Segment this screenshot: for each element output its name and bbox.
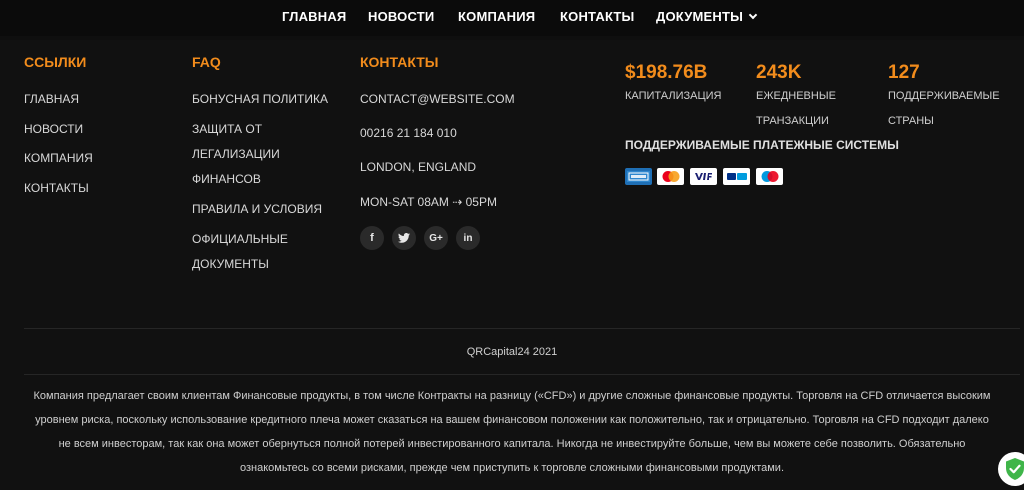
top-navigation: ГЛАВНАЯ НОВОСТИ КОМПАНИЯ КОНТАКТЫ ДОКУМЕ…: [0, 0, 1024, 36]
security-badge[interactable]: [998, 452, 1024, 486]
stat-label-line: ТРАНЗАКЦИИ: [756, 115, 829, 127]
paypal-card-icon: [723, 168, 750, 185]
faq-column-title: FAQ: [192, 54, 221, 70]
faq-link-line: ОФИЦИАЛЬНЫЕ: [192, 232, 288, 246]
stat-label-line: КАПИТАЛИЗАЦИЯ: [625, 90, 722, 102]
stat-countries-label: ПОДДЕРЖИВАЕМЫЕ СТРАНЫ: [888, 84, 1000, 134]
contact-address: LONDON, ENGLAND: [360, 160, 477, 174]
footer-divider: [24, 374, 1020, 375]
visa-card-icon: [690, 168, 717, 185]
google-plus-icon[interactable]: G+: [424, 226, 448, 250]
chevron-down-icon: [748, 10, 758, 20]
nav-item-documents[interactable]: ДОКУМЕНТЫ: [656, 9, 758, 24]
faq-link-line: ФИНАНСОВ: [192, 172, 261, 186]
faq-link-line: ДОКУМЕНТЫ: [192, 257, 269, 271]
nav-item-company[interactable]: КОМПАНИЯ: [458, 9, 535, 24]
stat-transactions-label: ЕЖЕДНЕВНЫЕ ТРАНЗАКЦИИ: [756, 84, 836, 134]
stat-transactions-value: 243K: [756, 62, 802, 83]
links-column-title: ССЫЛКИ: [24, 54, 87, 70]
maestro-card-icon: [756, 168, 783, 185]
footer-divider: [24, 328, 1020, 329]
nav-item-documents-label: ДОКУМЕНТЫ: [656, 9, 744, 24]
faq-link-terms[interactable]: ПРАВИЛА И УСЛОВИЯ: [192, 197, 322, 222]
mastercard-card-icon: [657, 168, 684, 185]
contact-phone: 00216 21 184 010: [360, 126, 457, 140]
twitter-icon[interactable]: [392, 226, 416, 250]
footer-link-contacts[interactable]: КОНТАКТЫ: [24, 176, 89, 201]
nav-item-contacts[interactable]: КОНТАКТЫ: [560, 9, 634, 24]
copyright-text: QRCapital24 2021: [466, 346, 558, 358]
nav-item-home[interactable]: ГЛАВНАЯ: [282, 9, 346, 24]
site-footer: ССЫЛКИ ГЛАВНАЯ НОВОСТИ КОМПАНИЯ КОНТАКТЫ…: [0, 40, 1024, 490]
contact-email[interactable]: CONTACT@WEBSITE.COM: [360, 92, 515, 106]
stat-label-line: СТРАНЫ: [888, 115, 934, 127]
footer-link-company[interactable]: КОМПАНИЯ: [24, 146, 93, 171]
amex-card-icon: [625, 168, 652, 185]
stat-capitalization-value: $198.76B: [625, 62, 708, 83]
facebook-icon[interactable]: f: [360, 226, 384, 250]
stat-label-line: ПОДДЕРЖИВАЕМЫЕ: [888, 90, 1000, 102]
risk-disclaimer: Компания предлагает своим клиентам Финан…: [33, 390, 991, 474]
contact-hours: MON-SAT 08AM ⇢ 05PM: [360, 195, 497, 209]
faq-link-line: ЗАЩИТА ОТ: [192, 122, 263, 136]
linkedin-icon[interactable]: in: [456, 226, 480, 250]
faq-link-official-documents[interactable]: ОФИЦИАЛЬНЫЕ ДОКУМЕНТЫ: [192, 227, 288, 277]
footer-link-home[interactable]: ГЛАВНАЯ: [24, 87, 79, 112]
faq-link-anti-money-laundering[interactable]: ЗАЩИТА ОТ ЛЕГАЛИЗАЦИИ ФИНАНСОВ: [192, 117, 280, 192]
faq-link-line: ЛЕГАЛИЗАЦИИ: [192, 147, 280, 161]
payment-systems-title: ПОДДЕРЖИВАЕМЫЕ ПЛАТЕЖНЫЕ СИСТЕМЫ: [625, 138, 899, 152]
footer-link-news[interactable]: НОВОСТИ: [24, 117, 83, 142]
stat-label-line: ЕЖЕДНЕВНЫЕ: [756, 90, 836, 102]
nav-item-news[interactable]: НОВОСТИ: [368, 9, 434, 24]
shield-check-icon: [1006, 458, 1024, 480]
contacts-column-title: КОНТАКТЫ: [360, 54, 439, 70]
faq-link-bonus-policy[interactable]: БОНУСНАЯ ПОЛИТИКА: [192, 87, 328, 112]
stat-capitalization-label: КАПИТАЛИЗАЦИЯ: [625, 84, 721, 109]
stat-countries-value: 127: [888, 62, 920, 83]
